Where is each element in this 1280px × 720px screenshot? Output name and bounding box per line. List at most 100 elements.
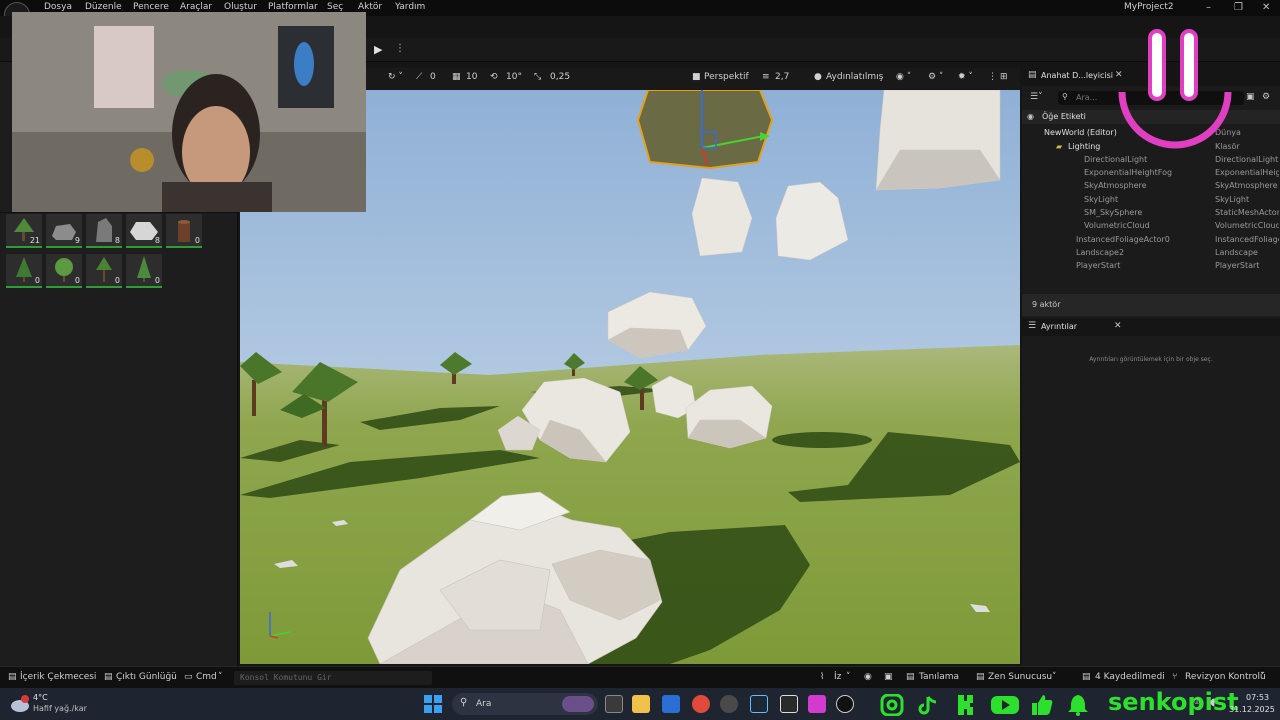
play-icon[interactable]: ▶ (374, 43, 382, 56)
menu-duzenle[interactable]: Düzenle (85, 2, 122, 12)
close-icon[interactable]: ✕ (1262, 2, 1270, 13)
network-icon[interactable]: ⌾ (1194, 697, 1200, 708)
maximize-icon[interactable]: ❐ (1234, 2, 1243, 13)
foliage-bush[interactable]: 0 (46, 254, 82, 288)
menu-pencere[interactable]: Pencere (133, 2, 169, 12)
chevron-down-icon[interactable]: ˅ (1260, 672, 1265, 682)
settings-icon[interactable]: ⚙ (1262, 92, 1270, 102)
record-icon[interactable]: ◉ (864, 672, 872, 682)
menu-araclar[interactable]: Araçlar (180, 2, 212, 12)
cmd-dropdown[interactable]: Cmd (196, 672, 217, 682)
outliner-row[interactable]: VolumetricCloud VolumetricCloud (1022, 220, 1280, 233)
menu-sec[interactable]: Seç (327, 2, 343, 12)
folder-icon[interactable]: ▣ (1246, 92, 1255, 102)
angle-snap-value[interactable]: 10° (506, 72, 522, 82)
volume-icon[interactable]: ◖ (1210, 697, 1215, 708)
output-log-button[interactable]: Çıktı Günlüğü (116, 672, 177, 682)
console-input[interactable]: Konsol Komutunu Gir (234, 671, 432, 685)
foliage-tree-2[interactable]: 0 (86, 254, 122, 288)
menu-yardim[interactable]: Yardım (395, 2, 425, 12)
minimize-icon[interactable]: – (1206, 2, 1211, 13)
outliner-row[interactable]: SkyLight SkyLight (1022, 194, 1280, 207)
menu-dosya[interactable]: Dosya (44, 2, 72, 12)
save-icon: ▤ (1082, 672, 1091, 682)
surface-snap-icon[interactable]: ⟋ (416, 72, 422, 82)
foliage-pine-2[interactable]: 0 (126, 254, 162, 288)
weather-widget[interactable] (10, 694, 30, 714)
zen-server-button[interactable]: Zen Sunucusu (988, 672, 1052, 682)
app-icon[interactable] (808, 695, 826, 713)
foliage-tree-1[interactable]: 21 (6, 214, 42, 248)
streamer-camera-feed (12, 12, 366, 212)
file-explorer-icon[interactable] (632, 695, 650, 713)
perspective-dropdown[interactable]: Perspektif (704, 72, 749, 82)
play-options-icon[interactable]: ⋮ (395, 43, 405, 54)
clock-time[interactable]: 07:53 (1246, 693, 1269, 702)
foliage-rock-white[interactable]: 8 (126, 214, 162, 248)
details-tab[interactable]: Ayrıntılar (1041, 322, 1077, 331)
filter-icon[interactable]: ☰˅ (1030, 92, 1043, 102)
weather-icon (11, 695, 29, 712)
zen-icon: ▤ (976, 672, 985, 682)
steam-icon[interactable] (750, 695, 768, 713)
chrome-icon[interactable] (692, 695, 710, 713)
chevron-down-icon[interactable]: ˅ (846, 672, 851, 682)
trace-button[interactable]: İz (834, 672, 841, 682)
menu-olustur[interactable]: Oluştur (224, 2, 257, 12)
outliner-row[interactable]: Landscape2 Landscape (1022, 247, 1280, 260)
layout-icon[interactable]: ⊞ (1000, 72, 1008, 82)
derived-data-button[interactable]: Tanılama (919, 672, 959, 682)
foliage-rock-tall[interactable]: 8 (86, 214, 122, 248)
outliner-row[interactable]: PlayerStart PlayerStart (1022, 260, 1280, 273)
task-view-icon[interactable] (605, 695, 623, 713)
epic-games-icon[interactable] (780, 695, 798, 713)
project-title: MyProject2 (1124, 2, 1174, 12)
chevron-down-icon[interactable]: ˅ (218, 672, 223, 682)
foliage-pine-1[interactable]: 0 (6, 254, 42, 288)
angle-snap-icon[interactable]: ⟲ (490, 72, 498, 82)
camera-speed-value[interactable]: 2,7 (775, 72, 789, 82)
outliner-row[interactable]: SM_SkySphere StaticMeshActor (1022, 207, 1280, 220)
grid-snap-icon[interactable]: ▦ (452, 72, 461, 82)
scale-snap-value[interactable]: 0,25 (550, 72, 570, 82)
outliner-row[interactable]: SkyAtmosphere SkyAtmosphere (1022, 180, 1280, 193)
store-icon[interactable] (662, 695, 680, 713)
weather-temp: 4°C (33, 693, 48, 702)
details-panel: ☰ Ayrıntılar ✕ Ayrıntıları görüntülemek … (1022, 318, 1280, 666)
viewport-options-icon[interactable]: ⋮ (988, 72, 997, 82)
visibility-icon[interactable]: ◉ (1027, 112, 1034, 121)
show-flags-icon[interactable]: ◉ ˅ (896, 72, 911, 82)
output-log-icon[interactable]: ▤ (104, 672, 113, 682)
scale-snap-icon[interactable]: ⤡ (534, 72, 541, 82)
unreal-engine-icon[interactable] (836, 695, 854, 713)
outliner-tab[interactable]: Anahat D...leyicisi (1041, 71, 1113, 80)
menu-platformlar[interactable]: Platformlar (268, 2, 318, 12)
taskbar-search[interactable]: ⚲ Ara (452, 693, 598, 715)
foliage-stump[interactable]: 0 (166, 214, 202, 248)
github-icon[interactable] (720, 695, 738, 713)
close-tab-icon[interactable]: ✕ (1114, 321, 1122, 331)
outliner-row[interactable]: ExponentialHeightFogExponentialHeightFog (1022, 167, 1280, 180)
performance-icon[interactable]: ⚙ ˅ (928, 72, 943, 82)
transform-mode-icon[interactable]: ↻ ˅ (388, 72, 403, 82)
viewport-toolbar: ↻ ˅ ⟋ 0 ▦ 10 ⟲ 10° ⤡ 0,25 ■ Perspektif ≡… (366, 68, 1020, 90)
rotation-snap-value[interactable]: 0 (430, 72, 436, 82)
transform-gizmo[interactable] (636, 90, 774, 170)
content-drawer-icon[interactable]: ▤ (8, 672, 17, 682)
weather-desc: Hafif yağ./kar (33, 704, 87, 713)
grid-snap-value[interactable]: 10 (466, 72, 477, 82)
outliner-row[interactable]: InstancedFoliageActor0InstancedFoliageAc… (1022, 234, 1280, 247)
clock-date[interactable]: 31.12.2025 (1229, 705, 1275, 714)
actor-count: 9 aktör (1032, 300, 1061, 309)
menu-aktor[interactable]: Aktör (358, 2, 382, 12)
camera-record-icon[interactable]: ▣ (884, 672, 893, 682)
content-drawer-button[interactable]: İçerik Çekmecesi (20, 672, 96, 682)
settings-icon[interactable]: ✹ ˅ (958, 72, 973, 82)
chevron-down-icon[interactable]: ˅ (1052, 672, 1057, 682)
revision-control-button[interactable]: Revizyon Kontrolü (1185, 672, 1266, 682)
windows-start-icon[interactable] (424, 695, 442, 713)
lit-mode-dropdown[interactable]: Aydınlatılmış (826, 72, 883, 82)
trace-icon[interactable]: ⌇ (820, 672, 824, 682)
unsaved-button[interactable]: 4 Kaydedilmedi (1095, 672, 1165, 682)
foliage-rock-flat[interactable]: 9 (46, 214, 82, 248)
